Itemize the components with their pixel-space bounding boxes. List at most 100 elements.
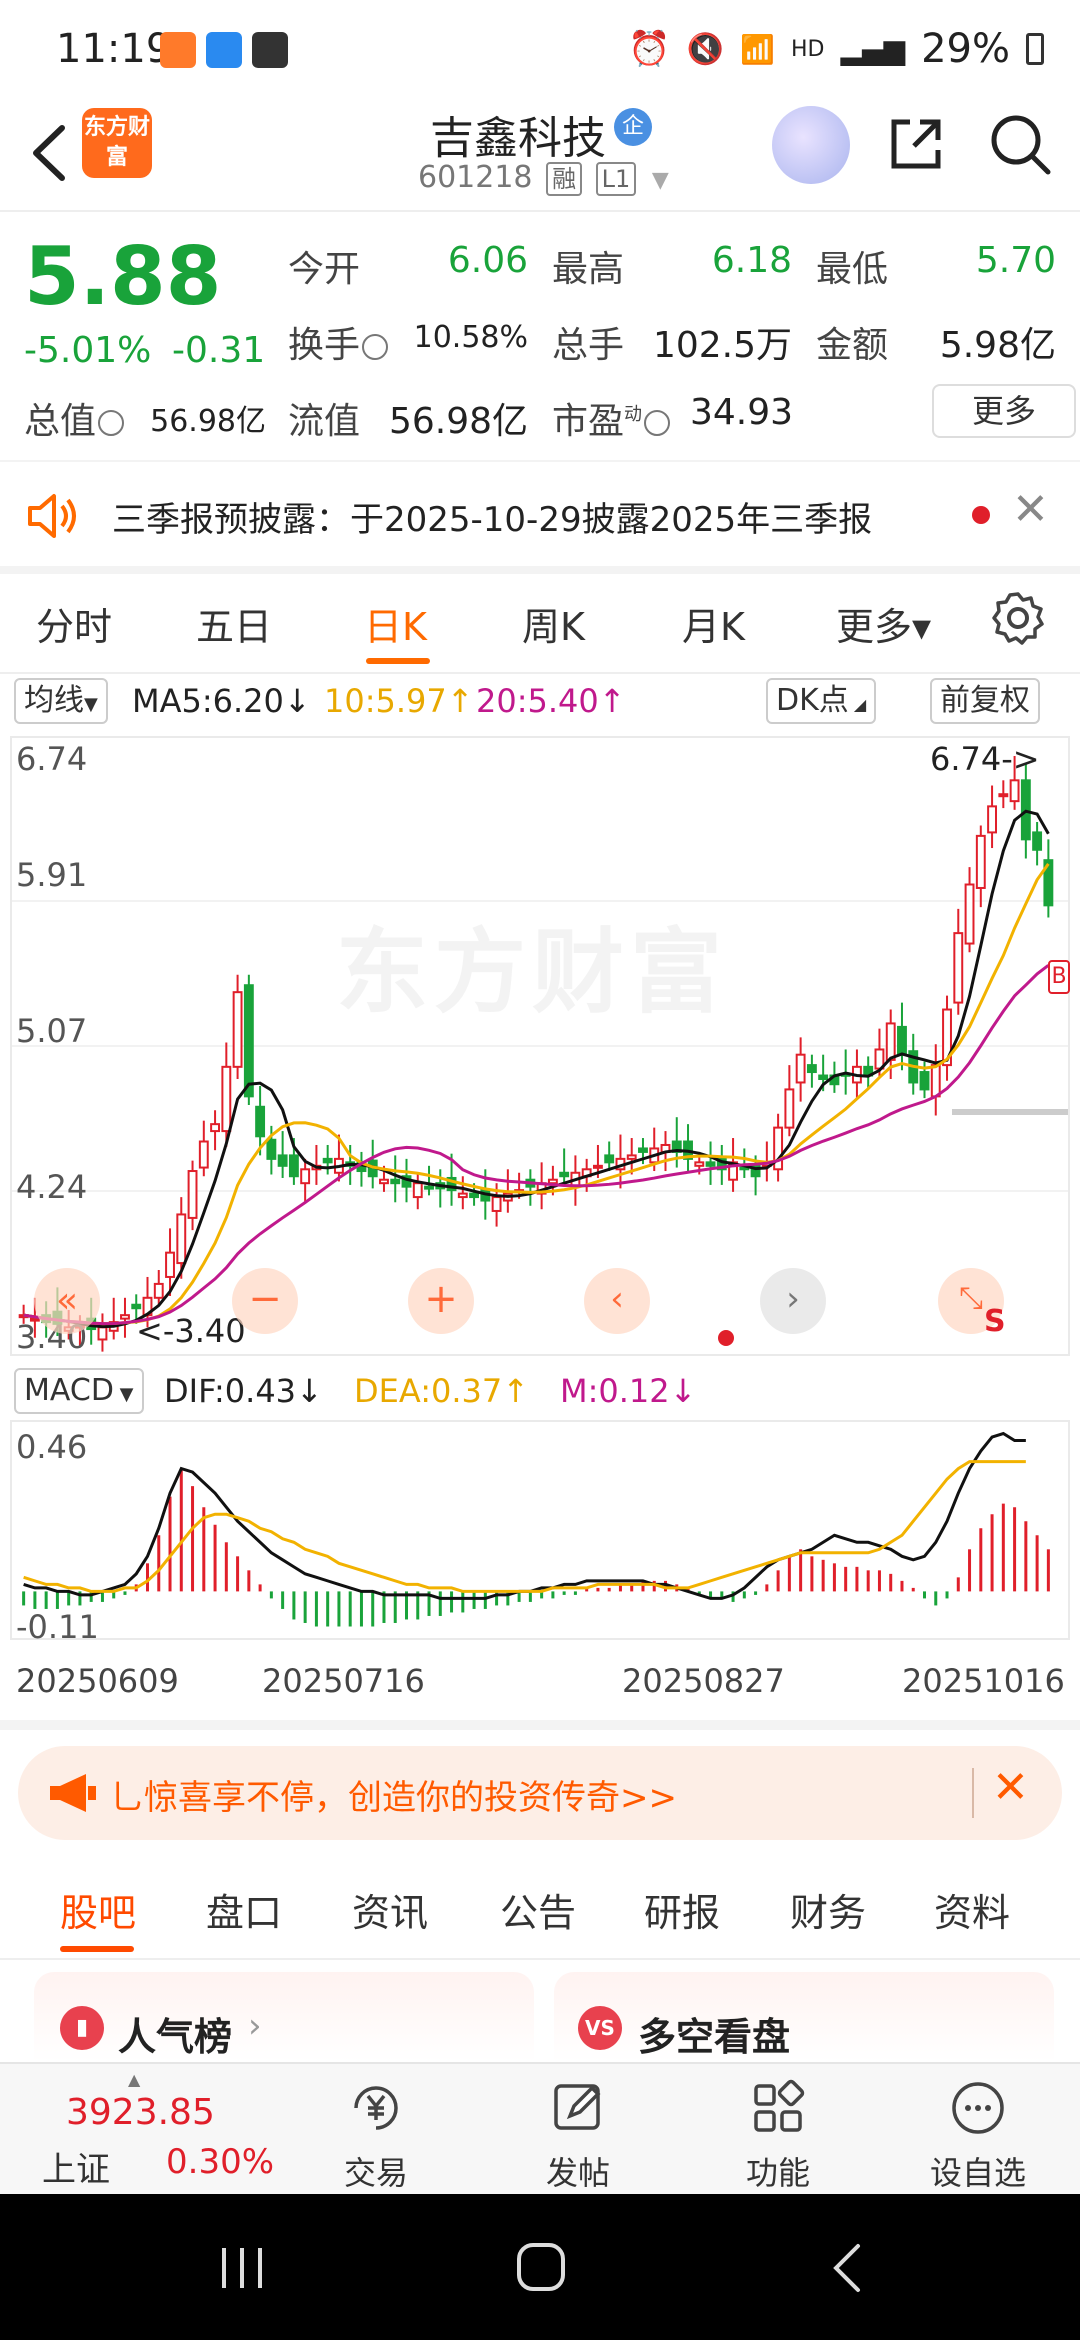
low-value: 5.70 — [975, 240, 1056, 281]
back-arrow-icon[interactable] — [20, 118, 80, 188]
tab-profile[interactable]: 资料 — [934, 1882, 1010, 1937]
volume-value: 102.5万 — [652, 325, 792, 366]
recents-icon[interactable] — [216, 2242, 268, 2294]
stock-code-row[interactable]: 601218 融 L1 ▼ — [418, 160, 669, 196]
app-logo[interactable]: 东方财富 — [82, 108, 152, 178]
enterprise-badge: 企 — [614, 108, 652, 146]
turnover-label[interactable]: 换手 — [288, 316, 389, 368]
tab-announcements[interactable]: 公告 — [500, 1882, 576, 1937]
tab-guba[interactable]: 股吧 — [60, 1882, 136, 1937]
margin-tag: 融 — [546, 162, 583, 196]
tab-weekly-k[interactable]: 周K — [522, 596, 585, 651]
tab-research[interactable]: 研报 — [644, 1882, 720, 1937]
tab-monthly-k[interactable]: 月K — [682, 596, 745, 651]
search-icon[interactable] — [988, 112, 1054, 178]
candle-down — [818, 1074, 829, 1080]
candle-up — [120, 1314, 130, 1320]
amount-label: 金额 — [816, 325, 889, 366]
ma10-label: 10:5.97↑ — [324, 682, 474, 720]
candle-up — [592, 1164, 603, 1169]
tab-news[interactable]: 资讯 — [352, 1882, 428, 1937]
volume-label: 总手 — [552, 325, 625, 366]
macd-indicator-select[interactable]: MACD ▼ — [14, 1368, 144, 1414]
s-signal-label: S — [984, 1304, 1006, 1339]
macd-chart[interactable]: 0.46 -0.11 — [10, 1420, 1070, 1646]
settings-gear-icon[interactable] — [990, 590, 1046, 646]
adjust-select[interactable]: 前复权 — [930, 678, 1040, 724]
index-widget[interactable]: ▲ 3923.85 上证 0.30% — [0, 2064, 290, 2196]
nav-functions[interactable]: 功能 — [718, 2078, 838, 2194]
candle-up — [187, 1170, 198, 1219]
speaker-icon — [28, 494, 76, 538]
zoom-in-button[interactable]: + — [408, 1268, 474, 1334]
battery-level: 29% — [921, 26, 1010, 72]
popularity-card[interactable]: ▮ 人气榜 › — [34, 1972, 534, 2062]
macd-svg[interactable] — [12, 1422, 1068, 1638]
close-promo-icon[interactable]: ✕ — [992, 1762, 1029, 1813]
nav-post[interactable]: 发帖 — [518, 2078, 638, 2194]
pan-right-button[interactable]: › — [760, 1268, 826, 1334]
grid-icon — [754, 2079, 805, 2132]
turnover-value: 10.58% — [413, 320, 528, 355]
mute-icon: 🔇 — [686, 31, 725, 67]
mktcap-label[interactable]: 总值 — [24, 392, 125, 444]
tab-more-periods[interactable]: 更多▾ — [836, 596, 931, 651]
x-tick-1: 20250716 — [262, 1662, 425, 1700]
indicator-select[interactable]: 均线▼ — [14, 678, 108, 724]
more-quote-button[interactable]: 更多 — [932, 384, 1076, 438]
amount-value: 5.98亿 — [939, 325, 1056, 366]
candle-down — [604, 1154, 615, 1164]
close-notice-icon[interactable]: ✕ — [1012, 484, 1049, 535]
info-icon — [644, 410, 671, 436]
assistant-avatar[interactable] — [772, 106, 850, 184]
chart-toolbar: 均线▼ MA5:6.20↓ 10:5.97↑ 20:5.40↑ DK点 ◢ 前复… — [0, 674, 1080, 730]
nav-add-watchlist[interactable]: 设自选 — [918, 2078, 1038, 2194]
change-value: -0.31 — [172, 330, 266, 371]
m-label: M:0.12↓ — [560, 1372, 697, 1410]
pe-label[interactable]: 市盈动 — [552, 392, 671, 444]
pan-left-button[interactable]: ‹ — [584, 1268, 650, 1334]
candle-up — [97, 1326, 108, 1341]
info-icon — [98, 410, 125, 436]
candle-up — [547, 1178, 558, 1185]
candle-up — [198, 1140, 209, 1169]
promo-separator — [972, 1768, 974, 1818]
candle-down — [277, 1154, 288, 1167]
kline-svg[interactable] — [12, 738, 1068, 1354]
candle-up — [491, 1196, 502, 1212]
tab-order-book[interactable]: 盘口 — [206, 1882, 282, 1937]
home-icon[interactable] — [514, 2240, 568, 2294]
low-label: 最低 — [816, 249, 889, 290]
share-icon[interactable] — [884, 112, 948, 176]
dk-point-toggle[interactable]: DK点 ◢ — [766, 678, 877, 724]
long-short-card[interactable]: VS 多空看盘 — [554, 1972, 1054, 2062]
promo-banner[interactable]: 乚惊喜享不停，创造你的投资传奇>> ✕ — [18, 1746, 1062, 1840]
candle-up — [795, 1053, 806, 1084]
last-price: 5.88 — [24, 230, 222, 323]
notice-text: 三季报预披露：于2025-10-29披露2025年三季报 — [112, 500, 873, 540]
b-signal-badge: B — [1048, 960, 1070, 994]
nav-watchlist-label: 设自选 — [929, 2154, 1026, 2192]
tab-five-day[interactable]: 五日 — [196, 596, 272, 651]
candle-down — [424, 1185, 434, 1190]
kline-chart[interactable]: 东方财富 6.74 5.91 5.07 4.24 3.40 6.74-> <-3… — [10, 736, 1070, 1356]
zoom-out-button[interactable]: − — [232, 1268, 298, 1334]
clock: 11:19 — [56, 26, 172, 72]
rewind-button[interactable]: « — [34, 1268, 100, 1334]
back-nav-icon[interactable] — [826, 2240, 870, 2296]
tab-intraday[interactable]: 分时 — [36, 596, 112, 651]
tab-financials[interactable]: 财务 — [790, 1882, 866, 1937]
pe-dynamic-tag: 动 — [624, 404, 643, 425]
chevron-right-icon: › — [248, 2006, 262, 2046]
nav-trade[interactable]: 交易 — [316, 2078, 436, 2194]
compose-icon — [554, 2084, 601, 2130]
candle-up — [975, 834, 986, 889]
tab-daily-k[interactable]: 日K — [364, 596, 427, 651]
notice-bar[interactable]: 三季报预披露：于2025-10-29披露2025年三季报 ✕ — [0, 462, 1080, 566]
dropdown-caret-icon: ▼ — [651, 168, 669, 193]
network-label: HD — [791, 36, 825, 62]
check-notification-icon — [252, 32, 288, 68]
pe-value: 34.93 — [690, 392, 794, 433]
candle-up — [232, 991, 243, 1068]
popularity-card-title: 人气榜 — [118, 2015, 233, 2059]
